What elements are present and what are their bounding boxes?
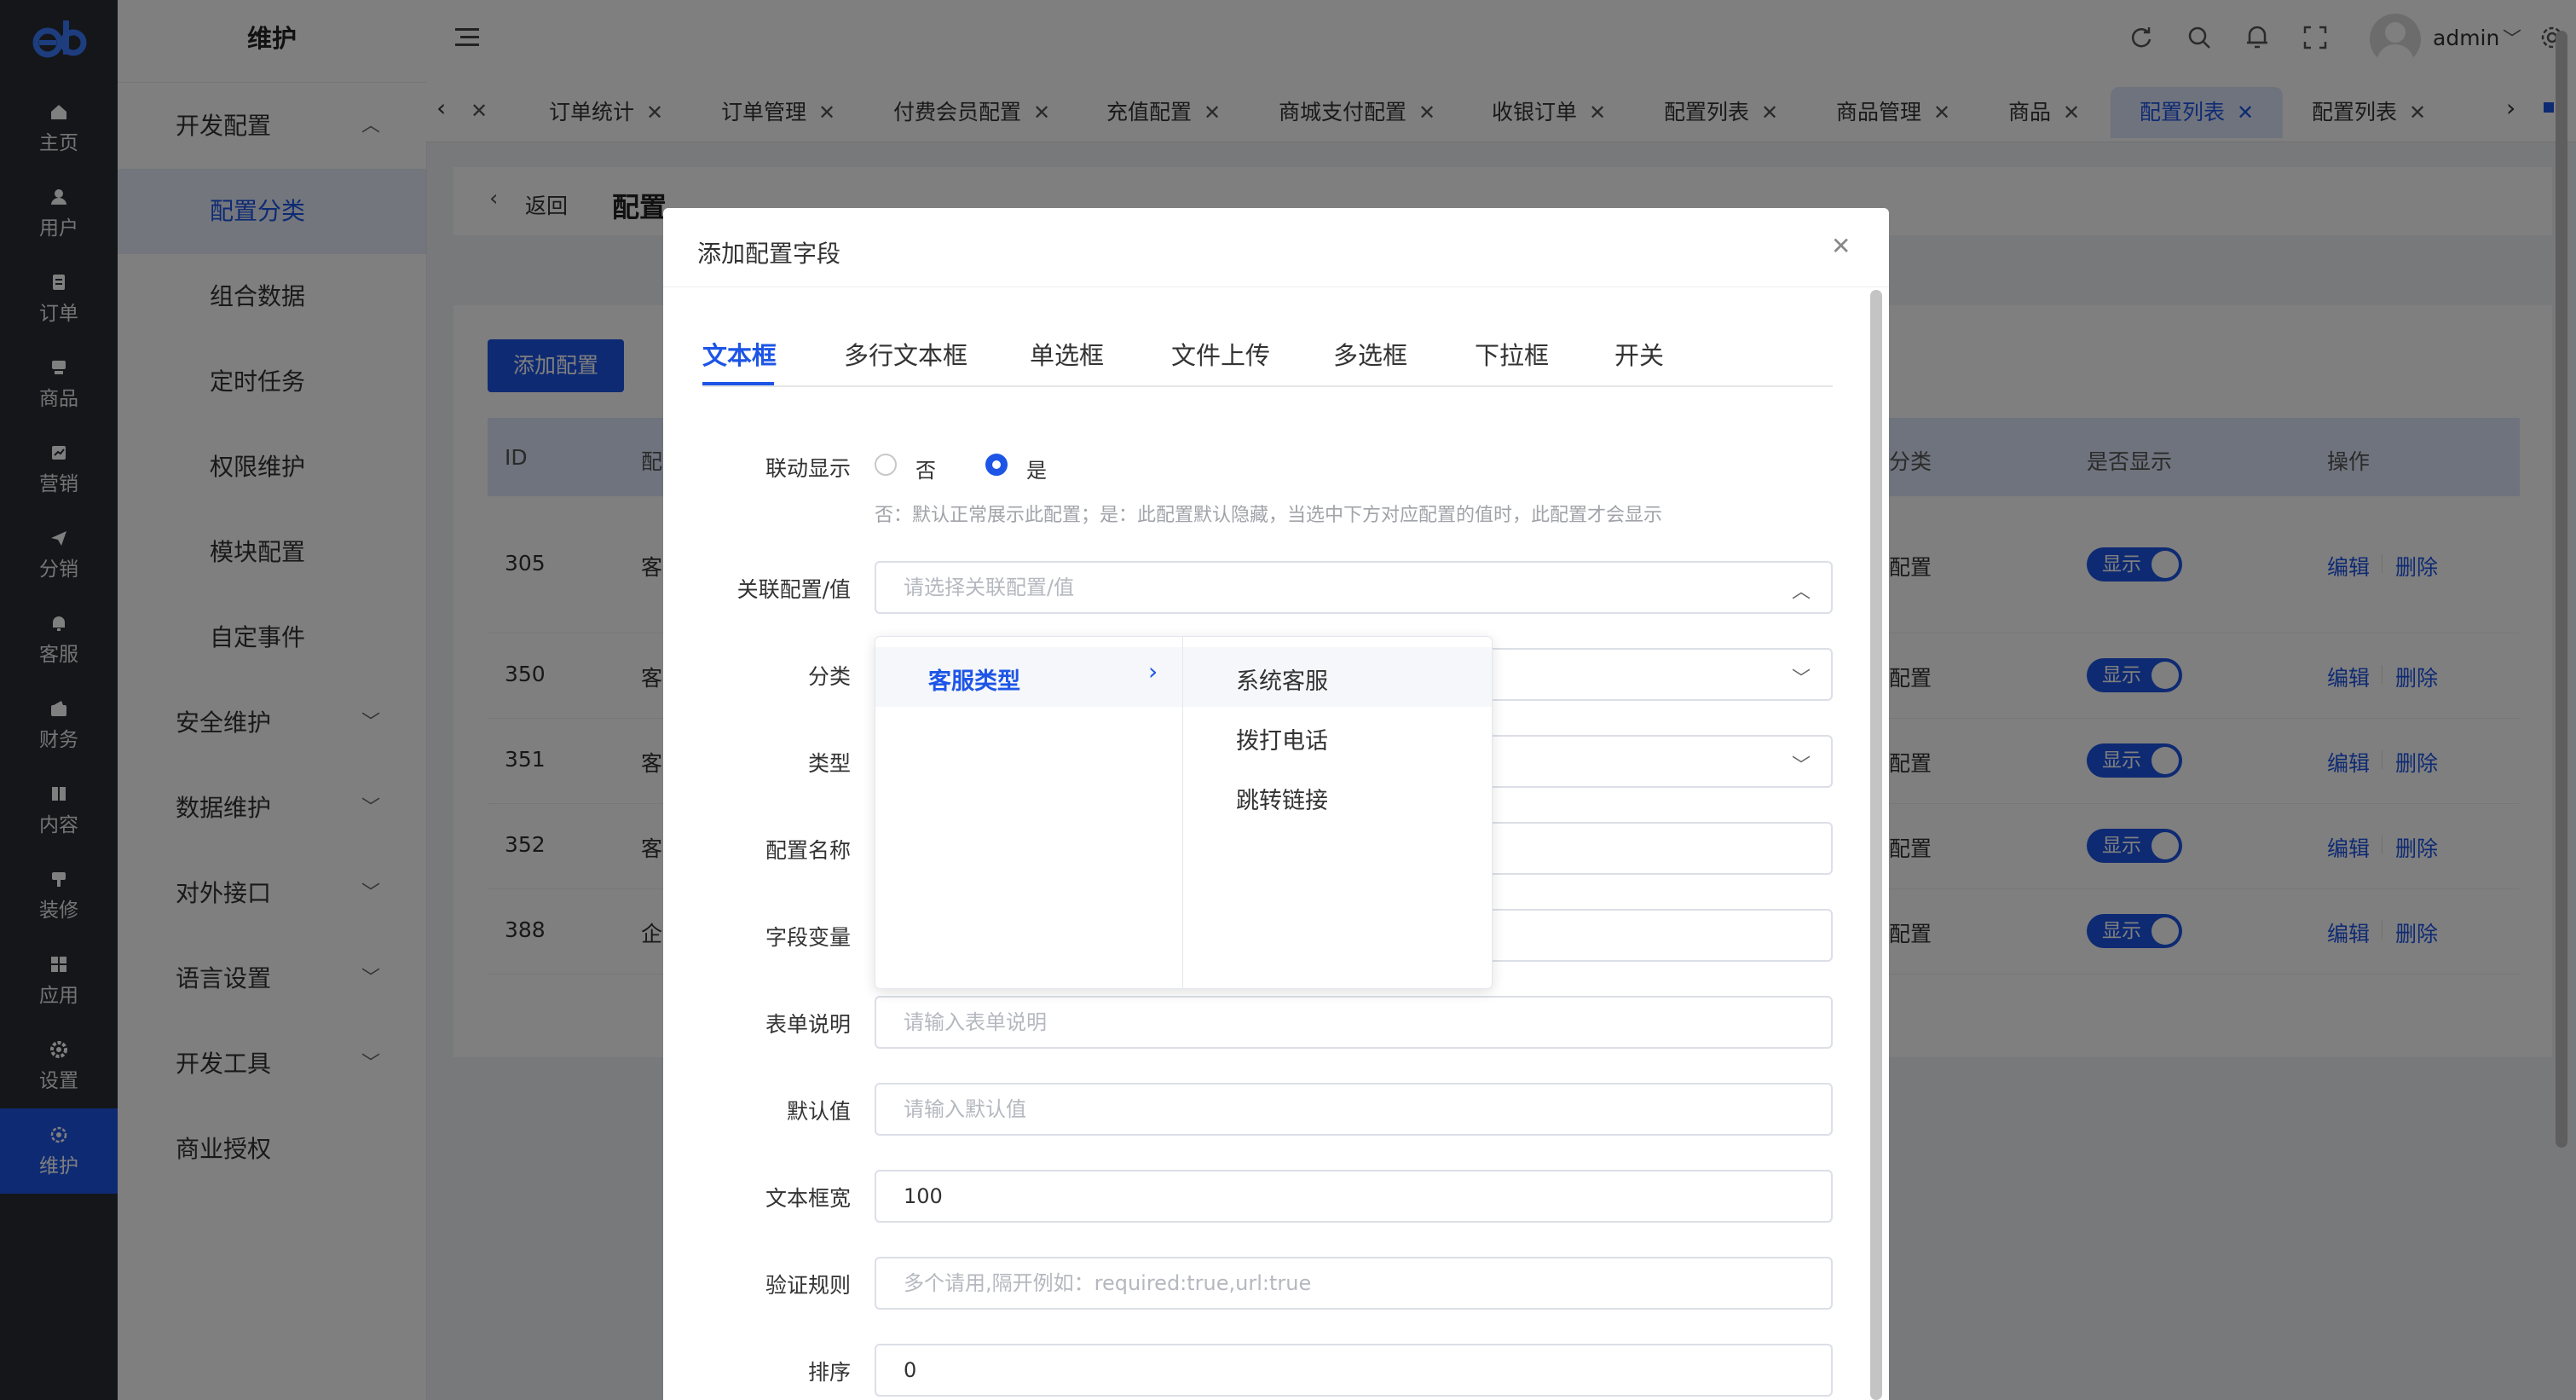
field-tab-textarea[interactable]: 多行文本框 bbox=[844, 336, 967, 372]
dialog-scrollbar[interactable] bbox=[1870, 290, 1882, 1400]
form-desc-label: 表单说明 bbox=[765, 1012, 851, 1037]
textbox-width-input[interactable]: 100 bbox=[875, 1170, 1833, 1223]
form-desc-input[interactable]: 请输入表单说明 bbox=[875, 996, 1833, 1049]
assoc-config-cascader[interactable]: 请选择关联配置/值 ︿ bbox=[875, 561, 1833, 614]
dialog-title: 添加配置字段 bbox=[697, 240, 841, 268]
chevron-right-icon: › bbox=[1148, 657, 1158, 686]
cascader-option-phone[interactable]: 拨打电话 bbox=[1183, 707, 1492, 767]
radio-no-label[interactable]: 否 bbox=[915, 454, 936, 483]
cascader-option-system-service[interactable]: 系统客服 bbox=[1183, 647, 1492, 707]
cascader-option-customer-type[interactable]: 客服类型 › bbox=[875, 647, 1182, 707]
default-value-placeholder: 请输入默认值 bbox=[904, 1097, 1026, 1121]
validation-rule-placeholder: 多个请用,隔开例如：required:true,url:true bbox=[904, 1271, 1312, 1295]
radio-yes-label[interactable]: 是 bbox=[1026, 454, 1047, 483]
default-value-input[interactable]: 请输入默认值 bbox=[875, 1083, 1833, 1136]
chevron-down-icon: ﹀ bbox=[1791, 755, 1811, 777]
validation-rule-input[interactable]: 多个请用,隔开例如：required:true,url:true bbox=[875, 1257, 1833, 1310]
field-tab-radio[interactable]: 单选框 bbox=[1030, 336, 1104, 372]
chevron-down-icon: ﹀ bbox=[1791, 668, 1811, 690]
cascader-option-link[interactable]: 跳转链接 bbox=[1183, 767, 1492, 826]
form-desc-placeholder: 请输入表单说明 bbox=[904, 1010, 1047, 1034]
radio-yes[interactable] bbox=[985, 454, 1008, 476]
assoc-config-placeholder: 请选择关联配置/值 bbox=[904, 576, 1075, 599]
field-tab-switch[interactable]: 开关 bbox=[1614, 336, 1664, 372]
category-label: 分类 bbox=[807, 664, 851, 689]
close-icon[interactable]: ✕ bbox=[1831, 232, 1851, 260]
dialog-header: 添加配置字段 ✕ bbox=[663, 208, 1889, 287]
cascader-option-label: 跳转链接 bbox=[1236, 788, 1328, 814]
linked-display-hint: 否：默认正常展示此配置；是：此配置默认隐藏，当选中下方对应配置的值时，此配置才会… bbox=[875, 505, 1663, 526]
cascader-option-label: 客服类型 bbox=[928, 668, 1020, 695]
type-label: 类型 bbox=[807, 751, 851, 776]
field-tab-checkbox[interactable]: 多选框 bbox=[1333, 336, 1407, 372]
chevron-up-icon: ︿ bbox=[1791, 581, 1811, 603]
sort-input[interactable]: 0 bbox=[875, 1344, 1833, 1397]
config-name-label: 配置名称 bbox=[765, 838, 851, 863]
field-tab-select[interactable]: 下拉框 bbox=[1475, 336, 1549, 372]
field-tab-upload[interactable]: 文件上传 bbox=[1171, 336, 1270, 372]
field-var-label: 字段变量 bbox=[765, 925, 851, 950]
textbox-width-label: 文本框宽 bbox=[765, 1186, 851, 1211]
sort-value: 0 bbox=[904, 1358, 917, 1382]
field-tab-textbox[interactable]: 文本框 bbox=[702, 336, 777, 372]
cascader-dropdown: 客服类型 › 系统客服 拨打电话 跳转链接 bbox=[875, 636, 1493, 989]
cascader-option-label: 系统客服 bbox=[1236, 668, 1328, 695]
default-value-label: 默认值 bbox=[786, 1099, 851, 1124]
linked-display-label: 联动显示 bbox=[765, 456, 851, 481]
assoc-config-label: 关联配置/值 bbox=[736, 577, 851, 602]
cascader-option-label: 拨打电话 bbox=[1236, 728, 1328, 755]
validation-rule-label: 验证规则 bbox=[765, 1273, 851, 1298]
radio-no[interactable] bbox=[875, 454, 897, 476]
textbox-width-value: 100 bbox=[904, 1184, 943, 1208]
tabs-divider bbox=[702, 385, 1833, 387]
sort-label: 排序 bbox=[807, 1360, 851, 1385]
